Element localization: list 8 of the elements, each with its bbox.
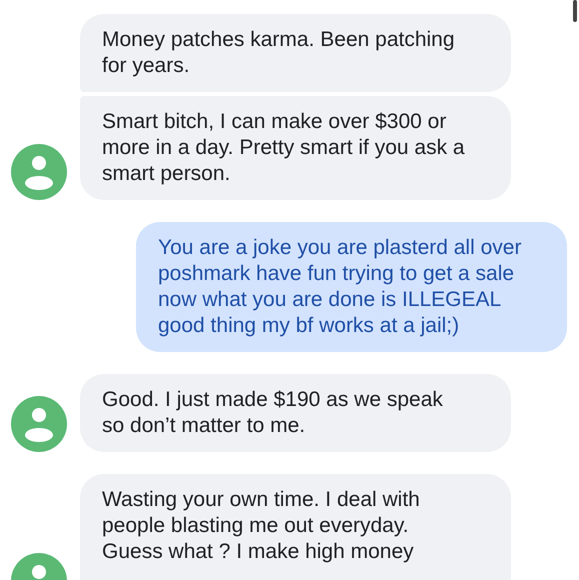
message-bubble: Money patches karma. Been patching for years. xyxy=(80,14,511,92)
message-bubble: Wasting your own time. I deal with people blasting me out everyday. Guess what ? I make high money xyxy=(80,474,511,580)
avatar-icon xyxy=(11,396,67,452)
scrollbar-thumb[interactable] xyxy=(573,0,577,22)
message-bubble: Good. I just made $190 as we speak so don’t matter to me. xyxy=(80,374,511,452)
message-bubble: Smart bitch, I can make over $300 or more in a day. Pretty smart if you ask a smart person. xyxy=(80,96,511,200)
message-bubble: You are a joke you are plasterd all over poshmark have fun trying to get a sale now what you are done is ILLEGEAL good thing my bf works at a jail;) xyxy=(136,222,567,352)
avatar-icon xyxy=(11,144,67,200)
